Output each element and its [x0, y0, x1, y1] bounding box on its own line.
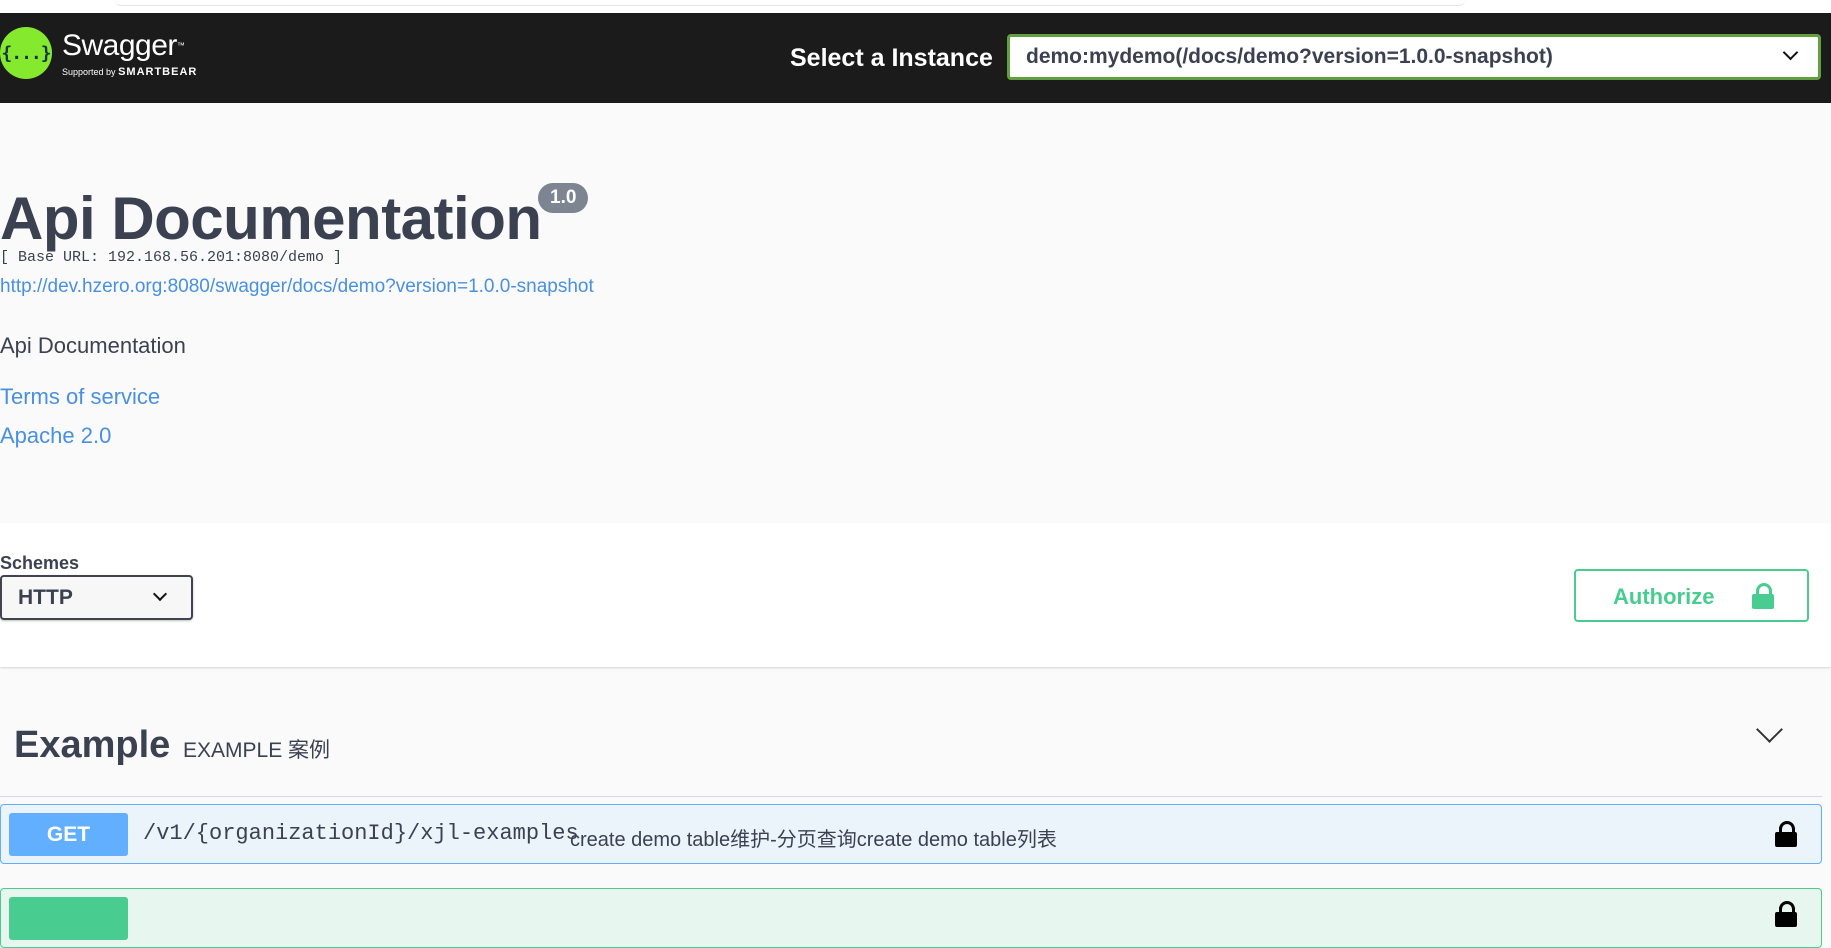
- instance-select[interactable]: demo:mydemo(/docs/demo?version=1.0.0-sna…: [1007, 34, 1821, 80]
- api-info: Api Documentation 1.0 [ Base URL: 192.16…: [0, 103, 1831, 523]
- logo-subtitle: Supported by SMARTBEAR: [62, 66, 198, 78]
- operation-path: /v1/{organizationId}/xjl-examples: [143, 821, 579, 846]
- tag-name: Example: [14, 724, 171, 766]
- authorize-label: Authorize: [1613, 584, 1715, 609]
- license-link[interactable]: Apache 2.0: [0, 423, 111, 449]
- chevron-down-icon: [152, 586, 168, 602]
- swagger-logo[interactable]: {...} Swagger™ Supported by SMARTBEAR: [0, 27, 197, 79]
- logo-text: Swagger™ Supported by SMARTBEAR: [62, 29, 197, 79]
- authorize-button[interactable]: Authorize: [1574, 569, 1809, 622]
- browser-tab-edge: [115, 0, 1465, 6]
- lock-icon[interactable]: [1775, 901, 1797, 927]
- instance-label: Select a Instance: [790, 44, 993, 72]
- tag-header[interactable]: Example EXAMPLE 案例: [0, 690, 1822, 797]
- instance-select-value: demo:mydemo(/docs/demo?version=1.0.0-sna…: [1026, 45, 1553, 68]
- tag-description: EXAMPLE 案例: [183, 739, 331, 762]
- spec-url-link[interactable]: http://dev.hzero.org:8080/swagger/docs/d…: [0, 276, 594, 298]
- topbar: {...} Swagger™ Supported by SMARTBEAR Se…: [0, 13, 1831, 103]
- operation-get[interactable]: GET /v1/{organizationId}/xjl-examples cr…: [0, 804, 1822, 864]
- swagger-logo-icon: {...}: [0, 27, 52, 79]
- schemes-select-value: HTTP: [18, 586, 73, 609]
- schemes-select[interactable]: HTTP: [0, 575, 193, 620]
- page-title: Api Documentation: [0, 185, 542, 252]
- method-badge: [9, 897, 128, 940]
- lock-icon: [1752, 583, 1774, 609]
- lock-icon[interactable]: [1775, 821, 1797, 847]
- logo-title: Swagger™: [62, 29, 185, 62]
- scheme-container: Schemes HTTP Authorize: [0, 523, 1831, 667]
- method-badge-get: GET: [9, 813, 128, 856]
- chevron-down-icon: [1782, 44, 1799, 61]
- base-url: [ Base URL: 192.168.56.201:8080/demo ]: [0, 249, 343, 266]
- browser-chrome-strip: [0, 0, 1831, 13]
- api-description: Api Documentation: [0, 333, 186, 358]
- version-badge: 1.0: [538, 183, 589, 213]
- operation-next[interactable]: [0, 888, 1822, 948]
- chevron-down-icon[interactable]: [1756, 716, 1783, 743]
- terms-of-service-link[interactable]: Terms of service: [0, 384, 160, 410]
- operation-summary: create demo table维护-分页查询create demo tabl…: [570, 829, 1057, 851]
- schemes-label: Schemes: [0, 553, 80, 573]
